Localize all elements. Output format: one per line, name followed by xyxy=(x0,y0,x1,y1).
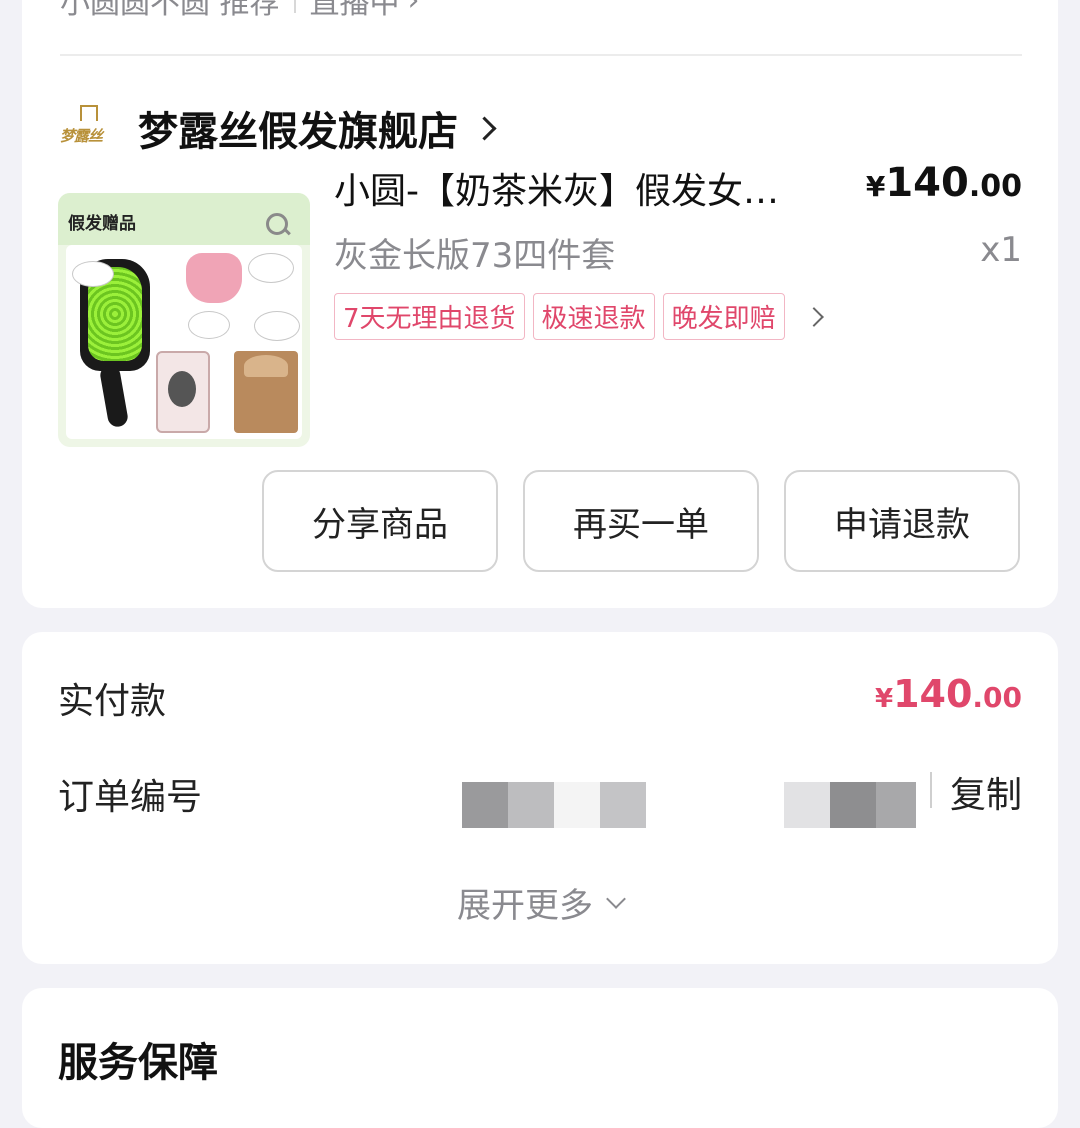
image-banner-text: 假发赠品 xyxy=(68,214,136,234)
product-thumbnail[interactable]: 假发赠品 xyxy=(58,193,310,447)
chevron-right-icon: › xyxy=(407,0,420,18)
service-guarantee-title: 服务保障 xyxy=(58,1040,218,1086)
label-bubble xyxy=(188,311,230,339)
search-icon xyxy=(266,213,288,235)
chevron-right-icon xyxy=(472,115,497,141)
price-decimal: .00 xyxy=(968,169,1022,204)
paid-integer: 140 xyxy=(893,672,973,716)
store-logo: 梦露丝 xyxy=(60,105,118,151)
order-card: 小圆圆不圆 推荐 直播中 › 梦露丝 梦露丝假发旗舰店 假发赠品 小圆-【奶茶米… xyxy=(22,0,1058,608)
store-logo-text: 梦露丝 xyxy=(60,127,103,145)
request-refund-button[interactable]: 申请退款 xyxy=(784,470,1020,572)
paid-decimal: .00 xyxy=(972,681,1022,714)
separator xyxy=(293,0,296,13)
order-number-redacted xyxy=(784,782,924,828)
store-name: 梦露丝假发旗舰店 xyxy=(138,109,458,155)
product-quantity: x1 xyxy=(980,230,1022,270)
expand-more-label: 展开更多 xyxy=(457,886,593,926)
order-number-label: 订单编号 xyxy=(58,777,203,818)
product-price: ¥140.00 xyxy=(866,160,1022,206)
paid-amount-value: ¥140.00 xyxy=(875,672,1022,716)
live-status-text: 直播中 xyxy=(309,0,400,21)
expand-more-toggle[interactable]: 展开更多 xyxy=(22,878,1058,927)
chevron-right-icon xyxy=(803,306,824,327)
buy-again-button[interactable]: 再买一单 xyxy=(523,470,759,572)
hair-clip-illustration xyxy=(186,253,242,303)
paid-currency: ¥ xyxy=(874,684,894,714)
chevron-down-icon xyxy=(606,888,626,909)
hair-net-illustration xyxy=(156,351,210,433)
copy-separator xyxy=(930,772,932,808)
label-bubble xyxy=(254,311,300,341)
tag-late-shipping-compensation: 晚发即赔 xyxy=(662,293,785,340)
price-currency: ¥ xyxy=(865,170,886,203)
store-header[interactable]: 梦露丝 梦露丝假发旗舰店 xyxy=(60,96,497,160)
service-tags[interactable]: 7天无理由退货 极速退款 晚发即赔 xyxy=(334,293,824,340)
tag-fast-refund: 极速退款 xyxy=(532,293,655,340)
tag-return-policy: 7天无理由退货 xyxy=(334,293,525,340)
price-integer: 140 xyxy=(885,160,969,206)
store-logo-mark xyxy=(80,105,98,121)
service-card: 服务保障 xyxy=(22,988,1058,1128)
copy-order-number-button[interactable]: 复制 xyxy=(950,766,1022,818)
divider xyxy=(60,54,1022,56)
wig-cap-illustration xyxy=(234,351,298,433)
label-bubble xyxy=(72,261,114,287)
live-source-row[interactable]: 小圆圆不圆 推荐 直播中 › xyxy=(60,0,420,22)
label-bubble xyxy=(248,253,294,283)
order-number-redacted xyxy=(462,782,652,828)
product-title[interactable]: 小圆-【奶茶米灰】假发女… xyxy=(334,162,834,214)
payment-card: 实付款 ¥140.00 订单编号 复制 展开更多 xyxy=(22,632,1058,964)
share-product-button[interactable]: 分享商品 xyxy=(262,470,498,572)
paid-amount-label: 实付款 xyxy=(58,681,167,722)
product-spec: 灰金长版73四件套 xyxy=(334,236,616,276)
live-source-text: 小圆圆不圆 推荐 xyxy=(60,0,280,21)
